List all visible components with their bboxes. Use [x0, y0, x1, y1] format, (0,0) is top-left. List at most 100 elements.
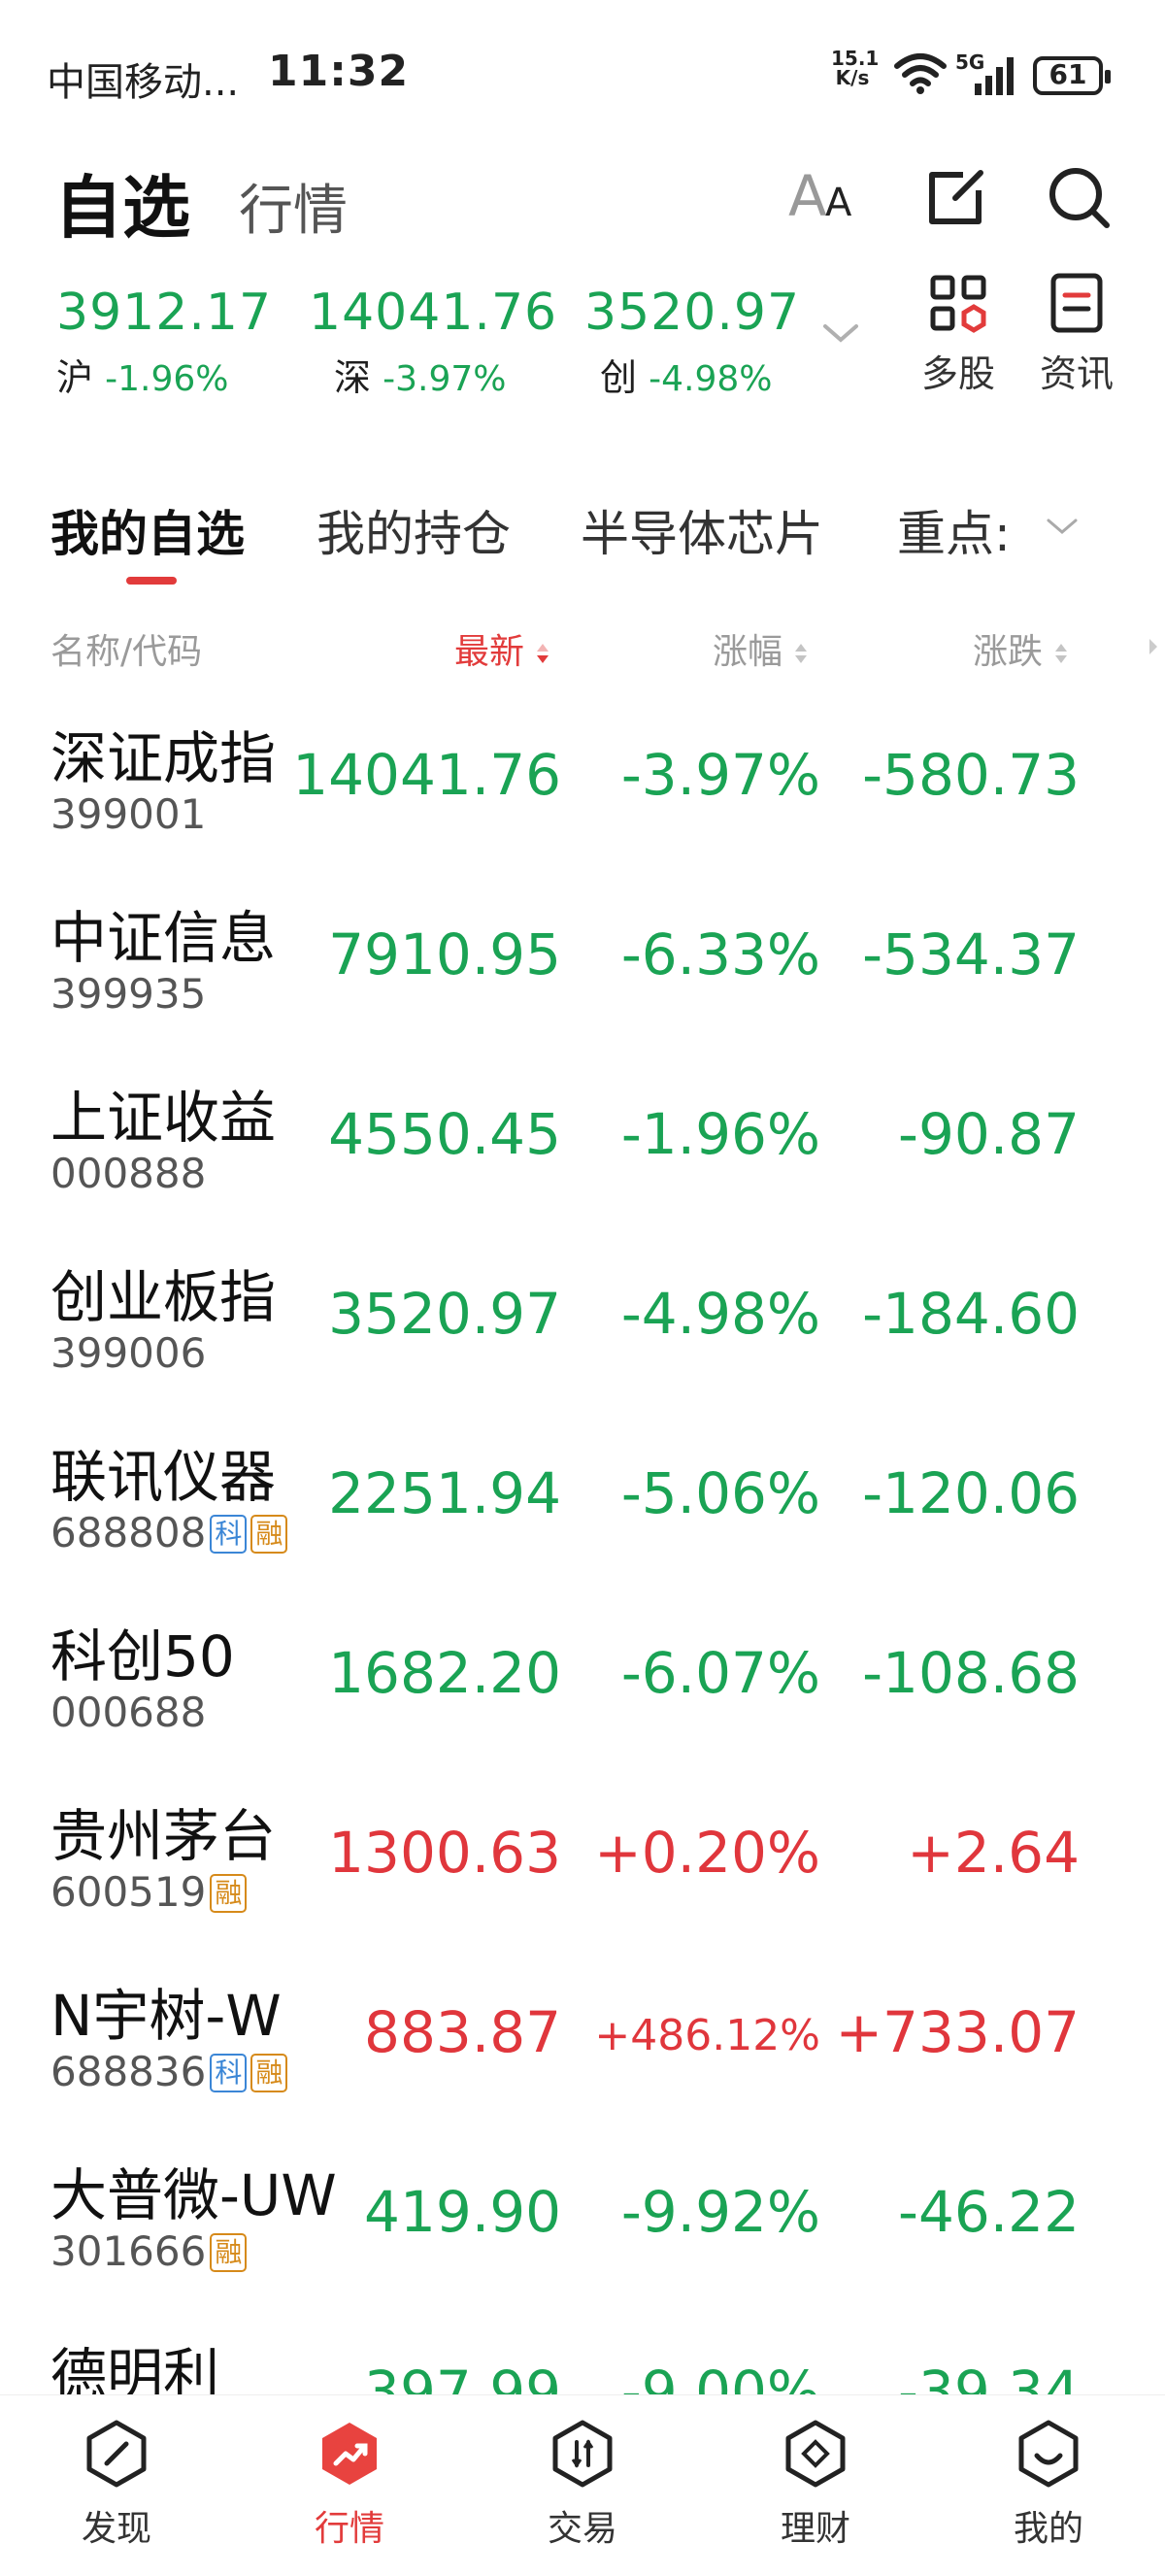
multi-stock-button[interactable]: 多股: [905, 272, 1012, 397]
change-amount: -580.73: [862, 742, 1080, 808]
stock-name: 贵州茅台: [50, 1803, 277, 1869]
stock-code-line: 399935: [50, 970, 206, 1018]
change-amount: -108.68: [862, 1640, 1080, 1706]
stock-name: 大普微-UW: [50, 2162, 337, 2228]
stock-name: N宇树-W: [50, 1983, 282, 2049]
change-percent: +0.20%: [594, 1820, 820, 1886]
chevron-down-icon[interactable]: [821, 320, 860, 346]
font-size-glyph-large: A: [788, 163, 827, 229]
stock-code-line: 399006: [50, 1329, 206, 1377]
index-shenzhen[interactable]: 14041.76 深 -3.97%: [309, 284, 561, 401]
news-icon: [1050, 273, 1103, 333]
latest-price: 1682.20: [328, 1640, 561, 1706]
index-chinext[interactable]: 3520.97 创 -4.98%: [584, 284, 837, 401]
latest-price: 419.90: [364, 2179, 561, 2245]
scroll-right-icon[interactable]: [1148, 637, 1159, 656]
stock-row[interactable]: 中证信息 399935 7910.95 -6.33% -534.37: [0, 892, 1165, 1072]
nav-finance[interactable]: 理财: [748, 2419, 883, 2551]
margin-trading-badge: 融: [210, 1874, 248, 1913]
tabs-chevron-down-icon[interactable]: [1045, 515, 1080, 538]
stock-code: 600519: [50, 1868, 207, 1916]
stock-code: 399935: [50, 970, 207, 1018]
latest-price: 14041.76: [292, 742, 561, 808]
stock-code-line: 399001: [50, 790, 206, 838]
index-shanghai[interactable]: 3912.17 沪 -1.96%: [56, 284, 309, 401]
change-amount: +733.07: [835, 1999, 1080, 2065]
font-size-icon[interactable]: A A: [786, 163, 856, 233]
change-percent: -6.07%: [620, 1640, 820, 1706]
margin-trading-badge: 融: [210, 2233, 248, 2272]
latest-price: 3520.97: [328, 1281, 561, 1347]
change-percent: -9.92%: [620, 2179, 820, 2245]
stock-code: 301666: [50, 2227, 207, 2275]
stock-row[interactable]: 德明利 397.99 -9.00% -39.34: [0, 2329, 1165, 2394]
stock-row[interactable]: 贵州茅台 600519 融 1300.63 +0.20% +2.64: [0, 1790, 1165, 1970]
latest-price: 397.99: [364, 2359, 561, 2394]
stock-name: 创业板指: [50, 1264, 277, 1330]
stock-code: 000688: [50, 1689, 207, 1736]
nav-discover[interactable]: 发现: [49, 2419, 184, 2551]
stock-row[interactable]: 大普微-UW 301666 融 419.90 -9.92% -46.22: [0, 2150, 1165, 2329]
market-tab[interactable]: 行情: [239, 167, 348, 246]
tab-semiconductor[interactable]: 半导体芯片: [581, 495, 823, 565]
stock-code: 399006: [50, 1329, 207, 1377]
change-percent: -3.97%: [620, 742, 820, 808]
change-percent: +486.12%: [594, 2011, 820, 2060]
stock-row[interactable]: 上证收益 000888 4550.45 -1.96% -90.87: [0, 1072, 1165, 1252]
nav-profile[interactable]: 我的: [981, 2419, 1116, 2551]
stock-row[interactable]: 创业板指 399006 3520.97 -4.98% -184.60: [0, 1252, 1165, 1431]
wifi-icon: [894, 53, 947, 94]
tab-my-watchlist[interactable]: 我的自选: [50, 495, 245, 565]
stock-name: 深证成指: [50, 725, 277, 791]
nav-trade[interactable]: 交易: [515, 2419, 650, 2551]
stock-name: 联讯仪器: [50, 1444, 277, 1510]
stock-code-line: 600519 融: [50, 1868, 248, 1916]
grid-icon: [930, 275, 986, 333]
compass-icon: [86, 2420, 147, 2488]
change-amount: -90.87: [898, 1101, 1080, 1167]
edit-icon[interactable]: [920, 163, 990, 233]
star-market-badge: 科: [210, 2054, 248, 2092]
change-amount: -534.37: [862, 921, 1080, 987]
network-speed: 15.1 K/s: [831, 47, 880, 89]
news-button[interactable]: 资讯: [1023, 272, 1130, 397]
stock-row[interactable]: N宇树-W 688836 科融 883.87 +486.12% +733.07: [0, 1970, 1165, 2150]
change-amount: -46.22: [898, 2179, 1080, 2245]
finance-icon: [785, 2420, 846, 2488]
sort-icon: [1055, 644, 1068, 663]
stock-name: 科创50: [50, 1623, 235, 1689]
stock-row[interactable]: 科创50 000688 1682.20 -6.07% -108.68: [0, 1611, 1165, 1790]
sort-desc-icon: [537, 644, 549, 663]
signal-icon: [975, 57, 1014, 95]
font-size-glyph-small: A: [825, 181, 852, 225]
profile-icon: [1018, 2420, 1079, 2488]
column-latest[interactable]: 最新: [454, 623, 550, 674]
battery-icon: 61: [1033, 56, 1111, 95]
stock-code-line: 688836 科融: [50, 2048, 288, 2095]
stock-name: 上证收益: [50, 1085, 277, 1151]
stock-name: 德明利: [50, 2342, 220, 2394]
nav-market[interactable]: 行情: [282, 2419, 417, 2551]
stock-row[interactable]: 深证成指 399001 14041.76 -3.97% -580.73: [0, 713, 1165, 892]
change-amount: -39.34: [898, 2359, 1080, 2394]
latest-price: 7910.95: [328, 921, 561, 987]
page-title[interactable]: 自选: [54, 153, 190, 251]
change-percent: -5.06%: [620, 1460, 820, 1526]
column-change[interactable]: 涨跌: [973, 623, 1069, 674]
column-name-code: 名称/代码: [50, 632, 203, 672]
stock-row[interactable]: 联讯仪器 688808 科融 2251.94 -5.06% -120.06: [0, 1431, 1165, 1611]
column-pct[interactable]: 涨幅: [713, 623, 809, 674]
latest-price: 2251.94: [328, 1460, 561, 1526]
watchlist: 深证成指 399001 14041.76 -3.97% -580.73 中证信息 39993…: [0, 713, 1165, 2394]
latest-price: 1300.63: [328, 1820, 561, 1886]
stock-code: 688836: [50, 2048, 207, 2095]
search-icon[interactable]: [1045, 163, 1115, 233]
stock-name: 中证信息: [50, 905, 277, 971]
carrier-name: 中国移动...: [47, 60, 240, 105]
trade-icon: [552, 2420, 613, 2488]
tab-my-holdings[interactable]: 我的持仓: [316, 495, 511, 565]
stock-code: 000888: [50, 1150, 207, 1197]
margin-trading-badge: 融: [250, 1515, 288, 1554]
change-amount: -120.06: [862, 1460, 1080, 1526]
tab-focus[interactable]: 重点:: [897, 495, 1012, 565]
